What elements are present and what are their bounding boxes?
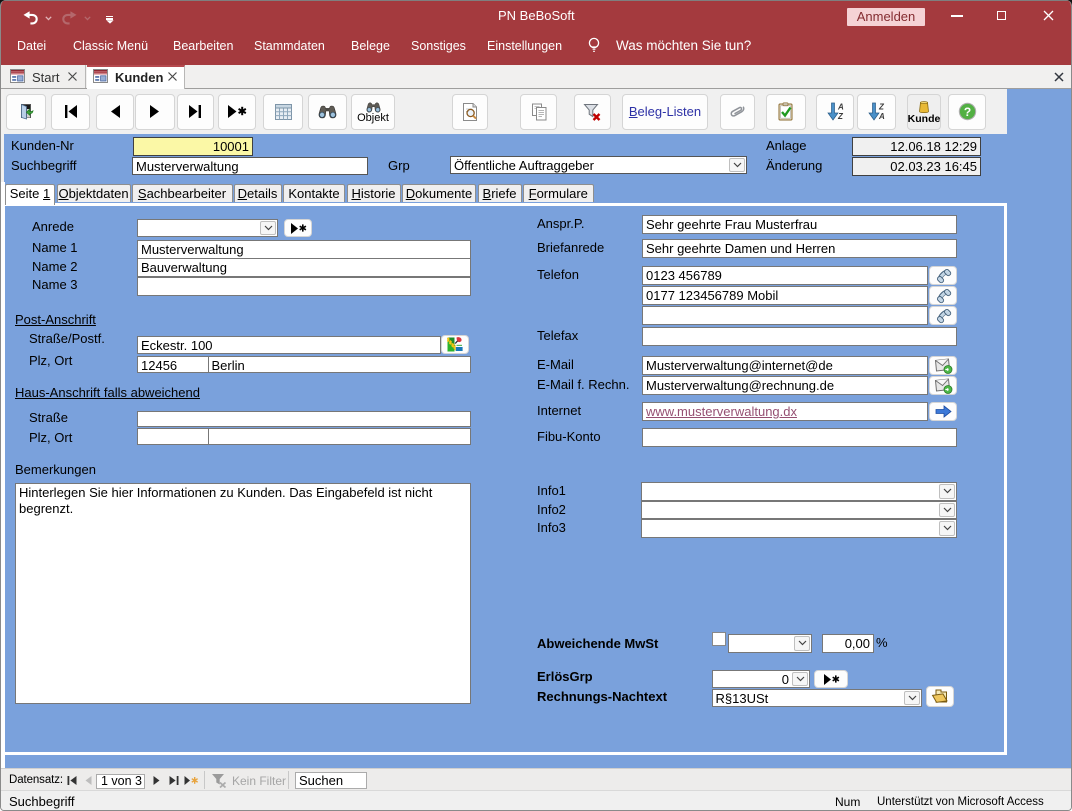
svg-text:?: ?: [963, 105, 970, 119]
svg-text:Z: Z: [837, 112, 844, 121]
svg-text:A: A: [878, 112, 885, 121]
svg-text:A: A: [837, 103, 844, 112]
svg-text:Z: Z: [878, 103, 885, 112]
